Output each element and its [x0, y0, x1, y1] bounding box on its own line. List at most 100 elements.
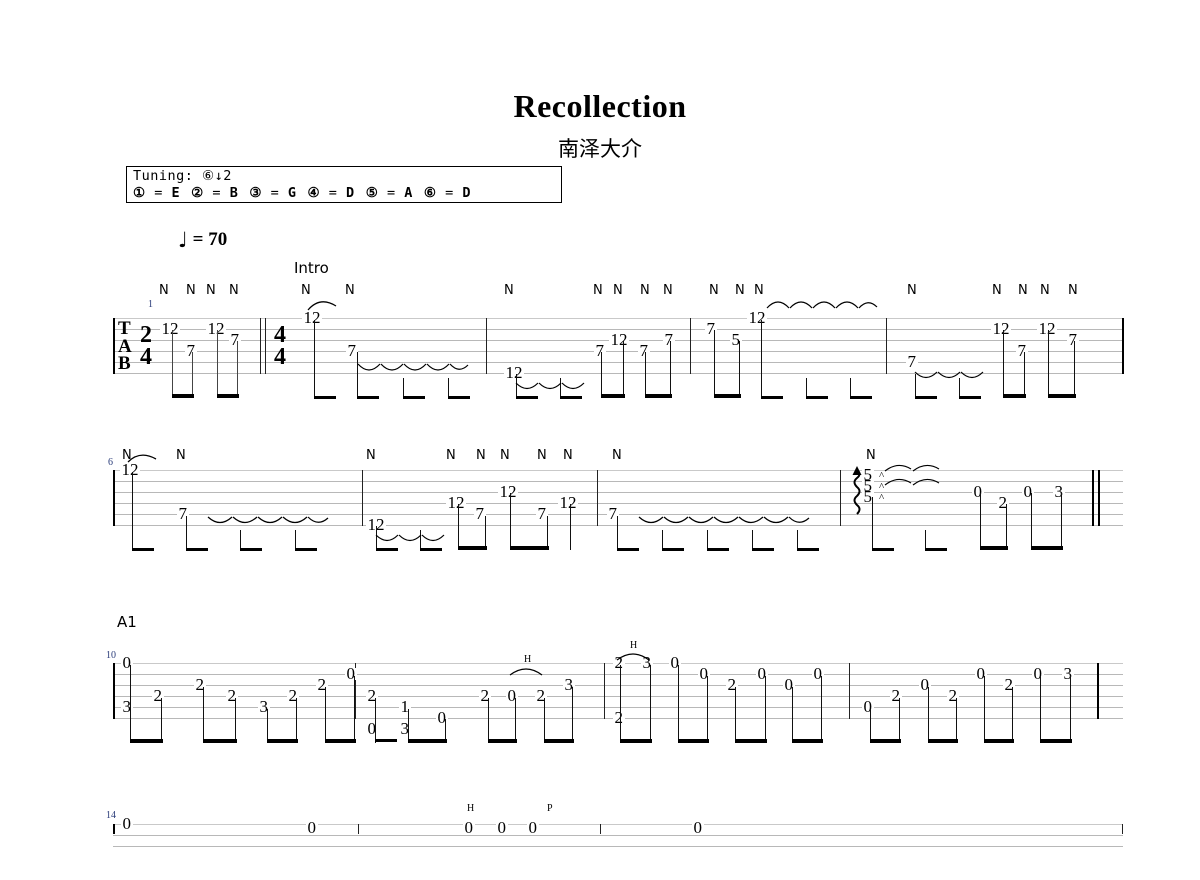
tab-note: 7 [638, 341, 650, 360]
harmonic-marker: N [500, 448, 510, 463]
tab-note: 2 [613, 708, 625, 727]
tab-note: 12 [446, 493, 466, 512]
tab-note: 7 [906, 352, 918, 371]
harmonic-marker: N [504, 283, 514, 298]
harmonic-marker: N [640, 283, 650, 298]
tab-note: 7 [185, 341, 197, 360]
tab-note: 12 [747, 308, 767, 327]
barline-m15 [358, 824, 360, 834]
string-tuning-6: ⑥ = D [423, 185, 472, 201]
string-tuning-3: ③ = G [249, 185, 297, 201]
harmonic-marker: N [345, 283, 355, 298]
harmonic-marker: N [537, 448, 547, 463]
harmonic-marker: N [907, 283, 917, 298]
tab-note: 3 [1062, 664, 1074, 683]
barline-m2b [265, 318, 267, 374]
tab-note: 12 [206, 319, 226, 338]
tab-note: 0 [1032, 664, 1044, 683]
hammer-on-marker: H [630, 640, 638, 651]
tab-note: 0 [972, 482, 984, 501]
tie-chain [375, 534, 445, 542]
tab-note: 7 [1067, 330, 1079, 349]
tab-note: 3 [1053, 482, 1065, 501]
string-tuning-1: ① = E [133, 185, 181, 201]
barline-end-3 [1097, 663, 1099, 719]
tab-note: 12 [609, 330, 629, 349]
string-tuning-line: ① = E ② = B ③ = G ④ = D ⑤ = A ⑥ = D [133, 185, 561, 202]
clef-letter-b: B [118, 353, 131, 374]
harmonic-marker: N [612, 448, 622, 463]
barline-m2 [260, 318, 262, 374]
pull-off-marker: P [547, 803, 553, 814]
string-tuning-2: ② = B [191, 185, 239, 201]
harmonic-marker: N [206, 283, 216, 298]
tuning-drop-line: Tuning: ⑥↓2 [133, 168, 561, 185]
harmonic-marker: N [613, 283, 623, 298]
barline-m12 [604, 663, 606, 719]
a1-label: A1 [117, 613, 137, 631]
measure-number-6: 6 [108, 457, 113, 468]
tab-note: 0 [862, 697, 874, 716]
harmonic-marker: N [186, 283, 196, 298]
harmonic-marker: N [159, 283, 169, 298]
barline-m8 [597, 470, 599, 526]
barline-m17 [1122, 824, 1124, 834]
barline-end-2b [1098, 470, 1100, 526]
barline-m3 [486, 318, 488, 374]
harmonic-marker: N [663, 283, 673, 298]
clef-letter-t: T [118, 318, 131, 339]
tab-note: 12 [302, 308, 322, 327]
harmonic-marker: N [229, 283, 239, 298]
tab-note: 7 [346, 341, 358, 360]
tab-note: 12 [558, 493, 578, 512]
time-signature-4-4: 4 4 [274, 322, 286, 370]
barline-end-1 [1122, 318, 1124, 374]
harmonic-marker: N [446, 448, 456, 463]
harmonic-marker: N [866, 448, 876, 463]
barline-m9 [840, 470, 842, 526]
barline-start-2 [113, 470, 115, 526]
barline-m5 [886, 318, 888, 374]
barline-m4 [690, 318, 692, 374]
time-signature-2-4: 2 4 [140, 322, 152, 370]
tab-note: 7 [229, 330, 241, 349]
tab-note: 12 [991, 319, 1011, 338]
tab-note: 0 [692, 818, 704, 837]
tie-chain [766, 301, 878, 309]
tab-note: 0 [306, 818, 318, 837]
string-tuning-4: ④ = D [307, 185, 355, 201]
tab-note: 7 [536, 504, 548, 523]
tab-note: 7 [1016, 341, 1028, 360]
barline-start-1 [113, 318, 115, 374]
tempo-marking: ♩ = 70 [178, 226, 228, 252]
harmonic-marker: N [1040, 283, 1050, 298]
quarter-note-icon: ♩ [178, 228, 188, 252]
tempo-bpm: 70 [208, 229, 228, 250]
barline-m7 [362, 470, 364, 526]
page-title: Recollection [513, 88, 687, 124]
tab-note: 12 [120, 460, 140, 479]
tab-note: 7 [594, 341, 606, 360]
harmonic-marker: N [176, 448, 186, 463]
tab-note: 7 [663, 330, 675, 349]
hammer-on-marker: H [467, 803, 475, 814]
harmonic-marker: N [992, 283, 1002, 298]
tab-note: 12 [498, 482, 518, 501]
tab-note: 0 [463, 818, 475, 837]
tuning-drop-value: ⑥↓2 [202, 168, 232, 184]
tempo-equals: = [192, 229, 204, 250]
accent-marker: ^ [879, 492, 885, 504]
harmonic-marker: N [754, 283, 764, 298]
harmonic-marker: N [1068, 283, 1078, 298]
composer-name: 南泽大介 [558, 137, 642, 161]
intro-label: Intro [294, 259, 329, 277]
measure-number-1: 1 [148, 299, 153, 310]
harmonic-marker: N [593, 283, 603, 298]
harmonic-marker: N [366, 448, 376, 463]
harmonic-marker: N [709, 283, 719, 298]
tab-note: 0 [121, 814, 133, 833]
tab-note: 0 [496, 818, 508, 837]
barline-m13 [849, 663, 851, 719]
harmonic-marker: N [735, 283, 745, 298]
harmonic-marker: N [563, 448, 573, 463]
